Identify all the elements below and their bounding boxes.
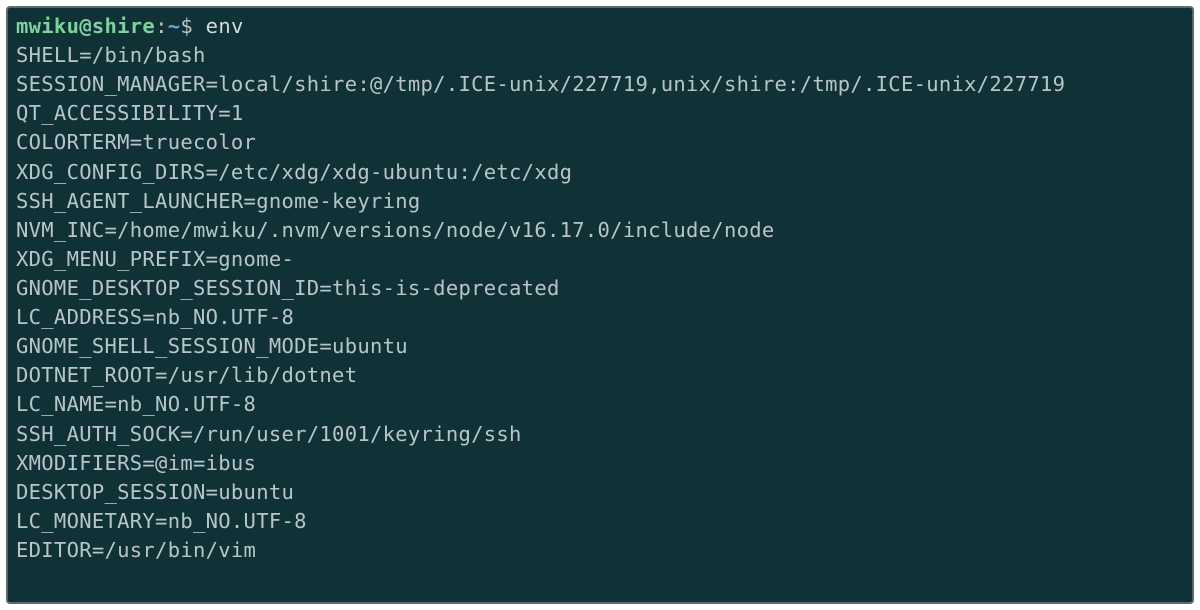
env-output-line: SESSION_MANAGER=local/shire:@/tmp/.ICE-u…: [16, 70, 1184, 99]
env-output-line: GNOME_SHELL_SESSION_MODE=ubuntu: [16, 332, 1184, 361]
prompt-colon: :: [155, 14, 168, 38]
env-output-line: SSH_AUTH_SOCK=/run/user/1001/keyring/ssh: [16, 420, 1184, 449]
env-output-line: LC_MONETARY=nb_NO.UTF-8: [16, 507, 1184, 536]
env-output-line: LC_NAME=nb_NO.UTF-8: [16, 390, 1184, 419]
env-output-line: NVM_INC=/home/mwiku/.nvm/versions/node/v…: [16, 216, 1184, 245]
prompt-dollar: $: [180, 14, 205, 38]
env-output-line: XDG_MENU_PREFIX=gnome-: [16, 245, 1184, 274]
env-output-line: COLORTERM=truecolor: [16, 128, 1184, 157]
prompt-user-host: mwiku@shire: [16, 14, 155, 38]
env-output-line: GNOME_DESKTOP_SESSION_ID=this-is-depreca…: [16, 274, 1184, 303]
env-output-line: XMODIFIERS=@im=ibus: [16, 449, 1184, 478]
env-output-line: SHELL=/bin/bash: [16, 41, 1184, 70]
prompt-path: ~: [168, 14, 181, 38]
terminal-window[interactable]: mwiku@shire:~$ env SHELL=/bin/bash SESSI…: [6, 6, 1194, 604]
env-output-line: EDITOR=/usr/bin/vim: [16, 536, 1184, 565]
env-output-line: LC_ADDRESS=nb_NO.UTF-8: [16, 303, 1184, 332]
env-output-line: DOTNET_ROOT=/usr/lib/dotnet: [16, 361, 1184, 390]
command-input: env: [206, 14, 244, 38]
env-output-line: DESKTOP_SESSION=ubuntu: [16, 478, 1184, 507]
env-output-line: XDG_CONFIG_DIRS=/etc/xdg/xdg-ubuntu:/etc…: [16, 158, 1184, 187]
prompt-line: mwiku@shire:~$ env: [16, 12, 1184, 41]
env-output-line: QT_ACCESSIBILITY=1: [16, 99, 1184, 128]
env-output-line: SSH_AGENT_LAUNCHER=gnome-keyring: [16, 187, 1184, 216]
